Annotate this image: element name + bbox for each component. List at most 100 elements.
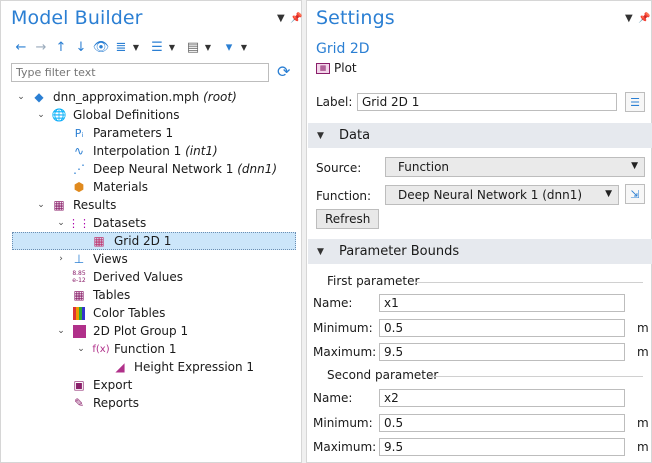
tree-item-label: dnn_approximation.mph (53, 90, 200, 104)
maximum-label: Maximum: (313, 345, 377, 359)
chevron-down-icon[interactable]: ⌄ (36, 200, 46, 210)
tree-item-tables[interactable]: ▦ Tables (1, 286, 301, 304)
forward-arrow-icon[interactable]: → (31, 38, 51, 56)
tree-item-reports[interactable]: ✎ Reports (1, 394, 301, 412)
second-maximum-input[interactable] (379, 438, 625, 456)
filter-input[interactable] (11, 63, 269, 82)
minimum-label: Minimum: (313, 321, 373, 335)
tree-item-height-expression[interactable]: ◢ Height Expression 1 (1, 358, 301, 376)
first-name-input[interactable] (379, 294, 625, 312)
name-label: Name: (313, 296, 353, 310)
tree-item-tag: (int1) (185, 144, 218, 158)
first-minimum-input[interactable] (379, 319, 625, 337)
parameters-icon: Pᵢ (74, 126, 84, 140)
tree-item-label: Materials (93, 180, 149, 194)
source-label: Source: (316, 161, 362, 175)
tree-item-materials[interactable]: ⬢ Materials (1, 178, 301, 196)
tree-item-label: Tables (93, 288, 131, 302)
tree-item-label: 2D Plot Group 1 (93, 324, 189, 338)
materials-icon: ⬢ (73, 180, 85, 194)
tree-item-label: Interpolation 1 (93, 144, 182, 158)
settings-title: Settings (316, 7, 395, 29)
refresh-icon[interactable]: ⟳ (277, 62, 290, 81)
tree-item-label: Views (93, 252, 128, 266)
first-maximum-input[interactable] (379, 343, 625, 361)
tree-item-deep-neural-network[interactable]: ⋰ Deep Neural Network 1 (dnn1) (1, 160, 301, 178)
move-down-icon[interactable]: ↓ (71, 38, 91, 56)
label-field-label: Label: (316, 95, 353, 109)
edit-label-icon[interactable]: ☰ (625, 92, 645, 112)
tree-item-views[interactable]: › ⊥ Views (1, 250, 301, 268)
tree-item-global-definitions[interactable]: ⌄ 🌐 Global Definitions (1, 106, 301, 124)
chevron-down-icon: ▼ (317, 246, 324, 257)
chevron-down-icon: ▼ (317, 130, 324, 141)
panel-menu-icon[interactable]: ▼ (277, 13, 285, 24)
model-builder-panel: Model Builder ▼ 📌 ← → ↑ ↓ 👁 ≣ ▼ ☰ ▼ ▤ ▼ … (0, 0, 302, 463)
chevron-down-icon[interactable]: ⌄ (56, 326, 66, 336)
interpolation-icon: ∿ (73, 144, 85, 158)
tree-item-label: Grid 2D 1 (114, 234, 172, 248)
back-arrow-icon[interactable]: ← (11, 38, 31, 56)
chevron-down-icon[interactable]: ▼ (239, 38, 249, 56)
panel-menu-icon[interactable]: ▼ (625, 13, 633, 24)
label-input[interactable] (357, 93, 617, 111)
neural-network-icon: ⋰ (73, 162, 85, 176)
chevron-down-icon[interactable]: ⌄ (16, 92, 26, 102)
second-name-input[interactable] (379, 389, 625, 407)
pin-icon[interactable]: 📌 (290, 13, 302, 24)
move-up-icon[interactable]: ↑ (51, 38, 71, 56)
model-icon: ◆ (34, 90, 44, 104)
chevron-down-icon: ▼ (631, 161, 638, 171)
tree-item-label: Color Tables (93, 306, 166, 320)
tree-item-parameters[interactable]: Pᵢ Parameters 1 (1, 124, 301, 142)
tree-item-root[interactable]: ⌄ ◆ dnn_approximation.mph (root) (1, 88, 301, 106)
section-data[interactable]: ▼ Data (308, 123, 652, 148)
tree-item-label: Reports (93, 396, 140, 410)
tree-item-derived-values[interactable]: 8.85 e-12 Derived Values (1, 268, 301, 286)
first-parameter-heading: First parameter (327, 274, 420, 288)
color-table-icon (71, 305, 87, 321)
tree-item-datasets[interactable]: ⌄ ⋮⋮ Datasets (1, 214, 301, 232)
chevron-down-icon[interactable]: ▼ (131, 38, 141, 56)
function-label: Function: (316, 189, 372, 203)
section-parameter-bounds[interactable]: ▼ Parameter Bounds (308, 239, 652, 264)
node-type-label: Plot (334, 61, 357, 75)
chevron-right-icon[interactable]: › (56, 254, 66, 264)
columns-icon[interactable]: ▤ (183, 38, 203, 56)
model-builder-toolbar: ← → ↑ ↓ 👁 ≣ ▼ ☰ ▼ ▤ ▼ ▾ ▼ (11, 38, 249, 56)
tree-item-results[interactable]: ⌄ ▦ Results (1, 196, 301, 214)
add-node-icon[interactable]: ▾ (219, 38, 239, 56)
tree-item-label: Datasets (93, 216, 147, 230)
second-minimum-input[interactable] (379, 414, 625, 432)
tree-item-function[interactable]: ⌄ f(x) Function 1 (1, 340, 301, 358)
tree-item-label: Function 1 (114, 342, 177, 356)
chevron-down-icon[interactable]: ⌄ (76, 344, 86, 354)
height-expression-icon: ◢ (115, 360, 125, 374)
section-title: Data (339, 128, 371, 143)
tree-item-export[interactable]: ▣ Export (1, 376, 301, 394)
tree-item-grid-2d[interactable]: ▦ Grid 2D 1 (12, 232, 296, 250)
function-select[interactable]: Deep Neural Network 1 (dnn1) ▼ (385, 185, 619, 205)
tree-item-interpolation[interactable]: ∿ Interpolation 1 (int1) (1, 142, 301, 160)
chevron-down-icon[interactable]: ⌄ (36, 110, 46, 120)
maximum-label: Maximum: (313, 440, 377, 454)
tree-item-color-tables[interactable]: Color Tables (1, 304, 301, 322)
go-to-source-icon[interactable]: ⇲ (625, 184, 645, 204)
chevron-down-icon[interactable]: ⌄ (56, 218, 66, 228)
settings-panel: Settings ▼ 📌 Grid 2D ▦ Plot Label: ☰ ▼ D… (306, 0, 652, 463)
chevron-down-icon[interactable]: ▼ (167, 38, 177, 56)
pin-icon[interactable]: 📌 (638, 13, 650, 24)
divider (415, 282, 643, 283)
model-builder-title: Model Builder (11, 7, 143, 29)
list-icon[interactable]: ☰ (147, 38, 167, 56)
expand-sections-icon[interactable]: ≣ (111, 38, 131, 56)
results-icon: ▦ (53, 198, 65, 212)
chevron-down-icon[interactable]: ▼ (203, 38, 213, 56)
tree-item-2d-plot-group[interactable]: ⌄ 2D Plot Group 1 (1, 322, 301, 340)
source-select[interactable]: Function ▼ (385, 157, 645, 177)
show-icon[interactable]: 👁 (91, 38, 111, 56)
chevron-down-icon: ▼ (605, 189, 612, 199)
table-icon: ▦ (73, 288, 85, 302)
unit-label: m (637, 440, 649, 454)
refresh-button[interactable]: Refresh (316, 209, 380, 229)
